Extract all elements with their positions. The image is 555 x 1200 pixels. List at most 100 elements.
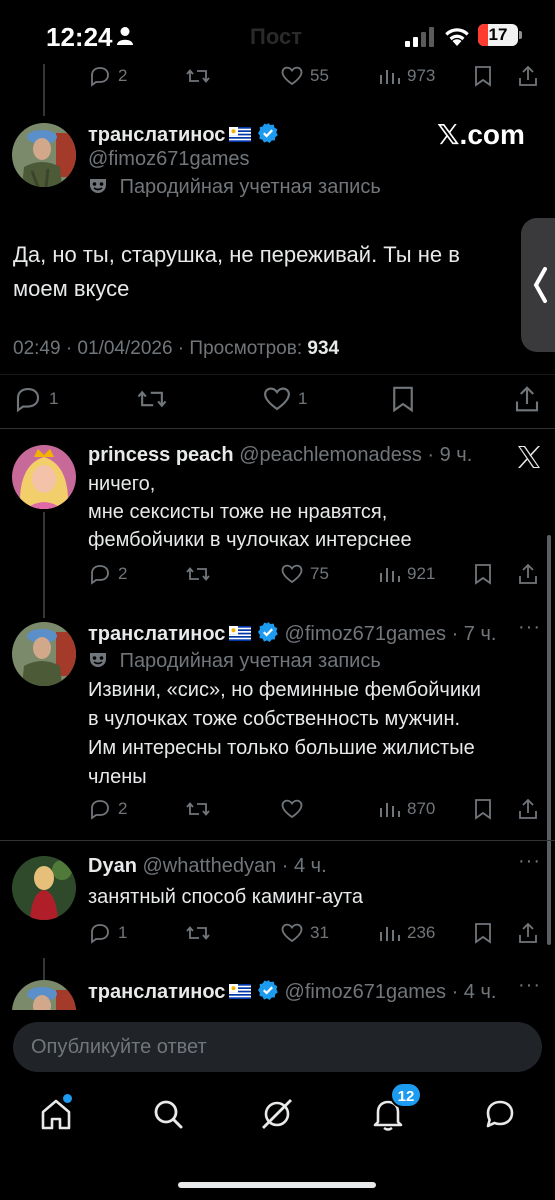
views-button[interactable]: 921: [379, 558, 435, 590]
reply-count: 1: [49, 389, 59, 408]
home-unread-dot: [63, 1094, 72, 1103]
like-count: 1: [298, 389, 308, 408]
nav-search[interactable]: [150, 1096, 186, 1132]
reply-icon: [91, 67, 109, 87]
like-button[interactable]: 1: [262, 383, 307, 415]
views-button[interactable]: 870: [379, 793, 435, 825]
reply-text-line: мне сексисты тоже не нравятся,: [88, 501, 388, 523]
repost-icon: [186, 802, 210, 816]
reply-text: ничего, мне сексисты тоже не нравятся, ф…: [88, 470, 412, 554]
main-tweet-actions: 1 1: [0, 383, 555, 415]
main-author-avatar[interactable]: [12, 123, 76, 187]
main-author-handle[interactable]: @fimoz671games: [88, 148, 249, 171]
share-icon: [519, 65, 537, 86]
repost-icon: [186, 69, 210, 83]
like-button[interactable]: 55: [280, 60, 329, 92]
nav-messages[interactable]: [482, 1096, 518, 1132]
reply-button[interactable]: 1: [13, 383, 58, 415]
share-button[interactable]: [516, 793, 540, 825]
reply-button[interactable]: 1: [88, 917, 127, 949]
like-button[interactable]: [280, 793, 304, 825]
bookmark-button[interactable]: [472, 60, 494, 92]
like-count: 31: [310, 923, 329, 942]
reply-icon: [16, 387, 40, 413]
search-icon: [154, 1100, 183, 1129]
bookmark-button[interactable]: [472, 558, 494, 590]
like-button[interactable]: 31: [280, 917, 329, 949]
views-button[interactable]: 973: [379, 60, 435, 92]
reply-author-avatar[interactable]: [12, 622, 76, 686]
reply-author-handle[interactable]: @peachlemonadess: [239, 444, 422, 466]
nav-notifications[interactable]: 12: [370, 1082, 422, 1132]
views-icon: [380, 927, 400, 941]
bookmark-button[interactable]: [472, 917, 494, 949]
share-button[interactable]: [516, 917, 540, 949]
views-icon: [380, 568, 400, 582]
divider: [0, 374, 555, 375]
like-button[interactable]: 75: [280, 558, 329, 590]
flag-icon: [229, 626, 252, 641]
reply-author-name[interactable]: транслатинос: [88, 623, 225, 645]
reply-text-line: в чулочках тоже собственность мужчин.: [88, 708, 461, 730]
share-button[interactable]: [512, 383, 542, 415]
reply-author-handle[interactable]: @whatthedyan: [142, 855, 276, 877]
main-author-name-row[interactable]: транслатинос: [88, 122, 279, 147]
heart-icon: [281, 564, 303, 584]
repost-button[interactable]: [185, 558, 211, 590]
like-count: 55: [310, 66, 329, 85]
reply-author-handle[interactable]: @fimoz671games: [285, 623, 446, 645]
wifi-icon: [445, 28, 469, 46]
bookmark-button[interactable]: [389, 383, 417, 415]
share-button[interactable]: [516, 558, 540, 590]
x-logo-icon: [518, 446, 540, 468]
share-button[interactable]: [516, 60, 540, 92]
repost-button[interactable]: [185, 60, 211, 92]
reply-composer-input[interactable]: Опубликуйте ответ: [13, 1022, 542, 1072]
heart-icon: [281, 66, 303, 86]
bookmark-button[interactable]: [472, 793, 494, 825]
main-tweet-text-line: моем вкусе: [13, 276, 130, 301]
cellular-signal-icon: [405, 27, 434, 47]
tweet-timestamp[interactable]: 02:49 · 01/04/2026 · Просмотров:: [13, 338, 302, 359]
reply-button[interactable]: 2: [88, 558, 127, 590]
reply-button[interactable]: 2: [88, 793, 127, 825]
reply-author-avatar[interactable]: [12, 445, 76, 509]
views-button[interactable]: 236: [379, 917, 435, 949]
repost-button[interactable]: [136, 383, 168, 415]
repost-button[interactable]: [185, 793, 211, 825]
repost-icon: [186, 926, 210, 940]
reply-header: транслатинос @fimoz671games · 7 ч.: [88, 621, 496, 646]
reply-author-name[interactable]: транслатинос: [88, 981, 225, 1003]
share-icon: [519, 922, 537, 943]
main-tweet-meta: 02:49 · 01/04/2026 · Просмотров: 934: [13, 338, 339, 360]
reply-time: · 9 ч.: [427, 444, 473, 466]
reply-text-line: ничего,: [88, 473, 156, 495]
reply-header: princess peach @peachlemonadess · 9 ч.: [88, 444, 472, 467]
reply-author-name[interactable]: princess peach: [88, 444, 234, 466]
side-panel-handle[interactable]: [521, 218, 555, 352]
reply-time: · 7 ч.: [451, 623, 497, 645]
repost-button[interactable]: [185, 917, 211, 949]
reply-button[interactable]: 2: [88, 60, 127, 92]
nav-grok[interactable]: [259, 1096, 295, 1132]
more-options-button[interactable]: ···: [518, 616, 541, 639]
more-options-button[interactable]: ···: [518, 974, 541, 997]
more-options-button[interactable]: ···: [518, 850, 541, 873]
battery-indicator: 17: [478, 24, 518, 46]
parody-label-row: Пародийная учетная запись: [88, 176, 381, 199]
parody-label: Пародийная учетная запись: [119, 176, 381, 198]
divider: [0, 428, 555, 429]
share-icon: [515, 386, 539, 412]
reply-author-avatar[interactable]: [12, 856, 76, 920]
reply-text-line: фембойчики в чулочках интерснее: [88, 529, 412, 551]
reply-author-handle[interactable]: @fimoz671games: [285, 981, 446, 1003]
parody-mask-icon: [90, 653, 106, 667]
reply-text-line: Им интересны только большие жилистые: [88, 737, 475, 759]
scrollbar[interactable]: [547, 535, 551, 945]
reply-icon: [91, 800, 109, 820]
divider: [0, 840, 555, 841]
bookmark-icon: [393, 386, 413, 413]
reply-author-name[interactable]: Dyan: [88, 855, 137, 877]
heart-icon: [281, 923, 303, 943]
nav-home[interactable]: [38, 1094, 74, 1132]
